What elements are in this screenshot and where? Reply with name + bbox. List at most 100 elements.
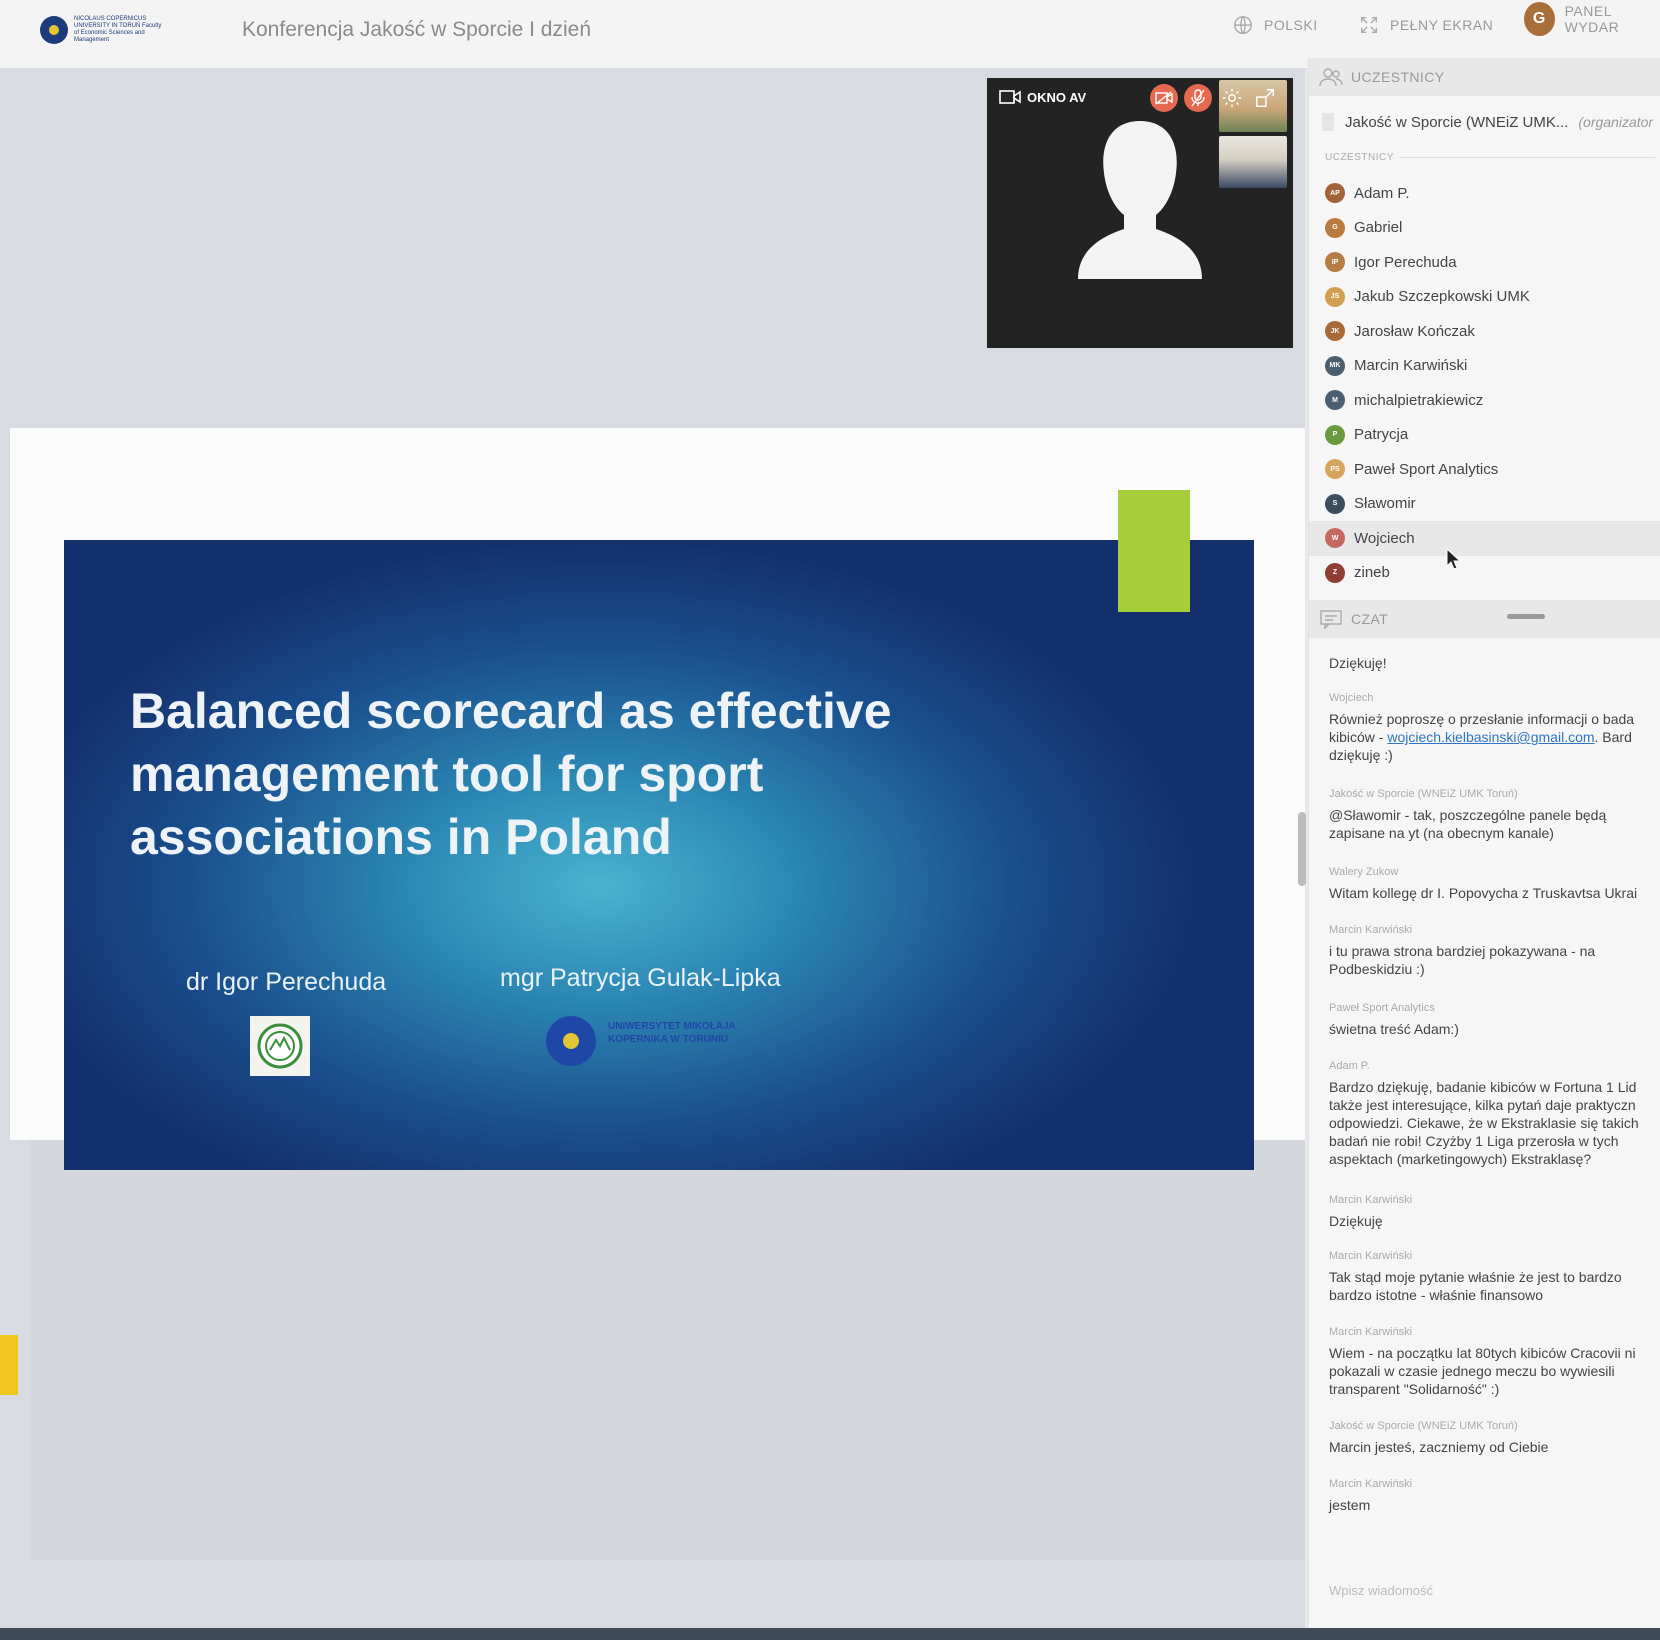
chat-message: Jakość w Sporcie (WNEiZ UMK Toruń) @Sław… [1329,788,1659,842]
participant-name: michalpietrakiewicz [1354,391,1484,409]
os-taskbar [0,1628,1660,1640]
user-silhouette-icon [1078,121,1202,279]
host-row[interactable]: Jakość w Sporcie (WNEiZ UMK... (organiza… [1321,112,1653,132]
chat-icon [1320,610,1342,629]
participant-item[interactable]: M michalpietrakiewicz [1309,383,1660,418]
av-window-label: OKNO AV [1027,90,1087,105]
chat-message-text: jestem [1329,1497,1371,1513]
participant-avatar: W [1325,528,1345,549]
chat-message-text: Witam kollegę dr I. Popovycha z Truskavt… [1329,885,1638,901]
mic-off-button[interactable] [1184,84,1212,112]
participant-name: Marcin Karwiński [1354,357,1468,375]
participant-avatar: P [1325,424,1345,445]
event-panel-button[interactable]: G PANEL WYDAR [1524,2,1660,36]
logo-mark-icon [40,16,68,44]
participant-item[interactable]: Z zineb [1309,556,1660,591]
participant-item[interactable]: PS Paweł Sport Analytics [1309,452,1660,487]
logo-text: NICOLAUS COPERNICUS UNIVERSITY IN TORUŃ … [74,16,162,43]
chat-message-text: i tu prawa strona bardziej pokazywana - … [1329,943,1596,977]
participant-name: Jarosław Kończak [1354,322,1475,340]
participant-name: Gabriel [1354,219,1403,237]
chat-header-label: CZAT [1351,611,1389,627]
event-panel-label: PANEL WYDAR [1564,3,1620,35]
umk-logo-text: UNIWERSYTET MIKOŁAJA KOPERNIKA W TORUNIU [608,1021,736,1045]
slide-green-accent [1118,490,1190,612]
chat-message: Marcin Karwiński Dziękuję [1329,1194,1659,1230]
chat-scrollbar[interactable] [1298,812,1306,886]
umk-logo-icon [546,1016,596,1066]
participant-avatar: JK [1325,321,1345,342]
side-panel: UCZESTNICY Jakość w Sporcie (WNEiZ UMK..… [1308,58,1660,1630]
av-settings-button[interactable] [1218,84,1246,112]
chat-message: Marcin Karwiński i tu prawa strona bardz… [1329,924,1659,978]
presentation-slide: Balanced scorecard as effective manageme… [64,540,1254,1170]
participants-header-label: UCZESTNICY [1351,69,1445,85]
gear-icon [1222,88,1242,108]
chat-message-text: Również poproszę o przesłanie informacji… [1329,710,1659,764]
chat-message: Marcin Karwiński Wiem - na początku lat … [1329,1326,1659,1398]
participants-section-text: UCZESTNICY [1325,152,1394,163]
fullscreen-button[interactable]: PEŁNY EKRAN [1358,14,1493,36]
expand-icon [1360,16,1378,34]
participant-avatar: MK [1325,355,1345,376]
participant-avatar: JS [1325,286,1345,307]
participant-item[interactable]: MK Marcin Karwiński [1309,349,1660,384]
av-window[interactable]: OKNO AV [987,78,1293,348]
section-divider [1399,157,1655,158]
participant-name: Wojciech [1354,529,1415,547]
globe-icon [1234,16,1252,34]
participant-item[interactable]: S Sławomir [1309,487,1660,522]
chat-message-text: Wiem - na początku lat 80tych kibiców Cr… [1329,1345,1636,1397]
chat-message-text: Tak stąd moje pytanie właśnie że jest to… [1329,1269,1622,1303]
host-role: (organizator [1578,114,1654,130]
participant-item[interactable]: G Gabriel [1309,211,1660,246]
chat-message-author: Marcin Karwiński [1329,1326,1413,1338]
user-avatar: G [1524,2,1555,36]
participant-name: Igor Perechuda [1354,253,1457,271]
conference-title: Konferencja Jakość w Sporcie I dzień [242,18,592,41]
mic-off-icon [1191,89,1205,107]
email-link[interactable]: wojciech.kielbasinski@gmail.com [1387,729,1594,745]
host-name: Jakość w Sporcie (WNEiZ UMK... [1345,113,1569,131]
panel-resize-handle[interactable] [1507,614,1545,619]
camera-off-button[interactable] [1150,84,1178,112]
participant-item[interactable]: IP Igor Perechuda [1309,245,1660,280]
camera-icon [999,90,1021,104]
participant-item[interactable]: JK Jarosław Kończak [1309,314,1660,349]
participant-video-thumb-2[interactable] [1219,136,1287,188]
participant-avatar: AP [1325,183,1345,204]
participants-header[interactable]: UCZESTNICY [1309,58,1660,96]
participants-list: AP Adam P. G Gabriel IP Igor Perechuda J… [1309,176,1660,590]
chat-message: Marcin Karwiński Tak stąd moje pytanie w… [1329,1250,1659,1304]
university-logo: NICOLAUS COPERNICUS UNIVERSITY IN TORUŃ … [40,10,161,54]
participant-item[interactable]: W Wojciech [1309,521,1660,556]
participant-name: Jakub Szczepkowski UMK [1354,288,1530,306]
participant-name: Patrycja [1354,426,1409,444]
participant-item[interactable]: P Patrycja [1309,418,1660,453]
chat-message-author: Adam P. [1329,1060,1370,1072]
chat-message-author: Jakość w Sporcie (WNEiZ UMK Toruń) [1329,1420,1518,1432]
mouse-cursor-icon [1446,548,1462,570]
left-accent [0,1335,18,1395]
participant-item[interactable]: AP Adam P. [1309,176,1660,211]
expand-window-icon [1256,89,1274,107]
chat-header[interactable]: CZAT [1309,600,1660,638]
participant-avatar: M [1325,390,1345,411]
chat-message-author: Marcin Karwiński [1329,1478,1413,1490]
participant-avatar: IP [1325,252,1345,273]
slide-author-1: dr Igor Perechuda [186,968,387,996]
participant-name: zineb [1354,564,1390,582]
language-button[interactable]: POLSKI [1232,14,1318,36]
participant-avatar: G [1325,217,1345,238]
chat-message-text: świetna treść Adam:) [1329,1021,1459,1037]
av-expand-button[interactable] [1251,84,1279,112]
chat-message-author: Marcin Karwiński [1329,924,1413,936]
chat-message-input[interactable]: Wpisz wiadomość [1329,1583,1433,1598]
chat-message: Walery Zukow Witam kollegę dr I. Popovyc… [1329,866,1659,902]
chat-message-author: Marcin Karwiński [1329,1194,1413,1206]
users-icon [1319,68,1343,87]
participant-avatar: PS [1325,459,1345,480]
chat-message-author: Walery Zukow [1329,866,1399,878]
participant-item[interactable]: JS Jakub Szczepkowski UMK [1309,280,1660,315]
chat-message: Jakość w Sporcie (WNEiZ UMK Toruń) Marci… [1329,1420,1659,1456]
